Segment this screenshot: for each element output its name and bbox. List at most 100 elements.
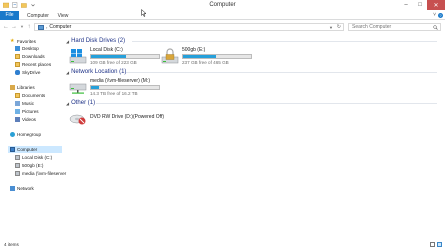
group-label: Hard Disk Drives (2) <box>71 38 126 44</box>
tab-file[interactable]: File <box>0 11 19 20</box>
nav-network[interactable]: Network <box>10 185 34 192</box>
nav-favorites[interactable]: ★ Favorites <box>10 38 36 45</box>
nav-libraries[interactable]: Libraries <box>10 84 35 91</box>
nav-item-label: Music <box>22 101 34 106</box>
drive-name: 500gb (E:) <box>182 47 206 53</box>
pictures-icon <box>15 109 20 114</box>
forward-button[interactable]: → <box>10 23 18 31</box>
details-view-icon[interactable] <box>430 242 435 247</box>
drive-usage-bar <box>90 85 160 90</box>
view-switcher <box>430 242 442 247</box>
nav-item-skydrive[interactable]: SkyDrive <box>15 69 40 76</box>
ribbon-tabs: File Computer View ˅ ? <box>0 11 445 20</box>
tab-view[interactable]: View <box>53 12 73 20</box>
address-dropdown-icon[interactable]: ▼ <box>329 25 333 30</box>
recent-places-icon <box>15 62 20 67</box>
drive-media-m[interactable]: media (\\vm-fileserver) (M:) 14.3 TB fre… <box>69 77 179 99</box>
star-icon: ★ <box>10 38 15 44</box>
nav-item-label: Desktop <box>22 46 39 51</box>
status-bar: 4 items <box>0 239 445 250</box>
help-icon[interactable]: ? <box>438 13 443 18</box>
back-button[interactable]: ← <box>2 23 10 31</box>
nav-item-desktop[interactable]: Desktop <box>15 45 39 52</box>
group-divider <box>126 72 437 73</box>
nav-item-label: Documents <box>22 93 46 98</box>
nav-homegroup[interactable]: Homegroup <box>10 131 41 138</box>
network-drive-icon <box>15 171 20 176</box>
nav-item-label: Videos <box>22 117 36 122</box>
nav-item-label: 500gb (E:) <box>22 163 44 168</box>
group-header-other[interactable]: ◢ Other (1) <box>66 99 95 107</box>
collapse-chevron-icon[interactable]: ◢ <box>66 39 69 44</box>
drive-free-space: 109 GB free of 223 GB <box>90 60 137 65</box>
search-input[interactable] <box>349 24 429 30</box>
nav-item-videos[interactable]: Videos <box>15 116 36 123</box>
collapse-chevron-icon[interactable]: ◢ <box>66 70 69 75</box>
libraries-icon <box>10 85 15 90</box>
homegroup-icon <box>10 132 15 137</box>
locked-drive-icon <box>161 48 179 64</box>
nav-item-media[interactable]: media (\\vm-fileserver <box>15 170 66 177</box>
nav-item-label: SkyDrive <box>22 70 41 75</box>
navigation-pane: ★ Favorites Desktop Downloads Recent pla… <box>0 34 66 239</box>
collapse-chevron-icon[interactable]: ◢ <box>66 101 69 106</box>
refresh-icon[interactable]: ↻ <box>337 24 341 30</box>
skydrive-icon <box>15 70 20 75</box>
nav-item-500gb[interactable]: 500gb (E:) <box>15 162 43 169</box>
nav-favorites-label: Favorites <box>17 39 36 44</box>
window-title: Computer <box>209 2 236 8</box>
tiles-view-icon[interactable] <box>437 242 442 247</box>
network-icon <box>10 186 15 191</box>
drive-name: DVD RW Drive (D:)(Powered Off) <box>90 114 164 120</box>
nav-item-label: Pictures <box>22 109 39 114</box>
drive-usage-fill <box>91 55 126 58</box>
drive-500gb-e[interactable]: 500gb (E:) 237 GB free of 465 GB <box>161 46 261 68</box>
expand-ribbon-button[interactable]: ˅ <box>433 12 436 18</box>
nav-item-downloads[interactable]: Downloads <box>15 53 45 60</box>
music-icon <box>15 101 20 106</box>
nav-item-music[interactable]: Music <box>15 100 34 107</box>
nav-network-label: Network <box>17 186 34 191</box>
nav-computer-label: Computer <box>17 147 38 152</box>
close-button[interactable]: ✕ <box>427 0 445 10</box>
item-count: 4 items <box>4 242 19 247</box>
nav-item-label: media (\\vm-fileserver <box>22 171 67 176</box>
address-row: ← → ▼ ↑ › Computer ▼ ↻ <box>0 21 445 33</box>
maximize-button[interactable]: □ <box>413 0 427 10</box>
computer-icon <box>10 147 15 152</box>
tab-computer[interactable]: Computer <box>23 12 53 20</box>
nav-item-documents[interactable]: Documents <box>15 92 45 99</box>
address-bar[interactable]: › Computer ▼ ↻ <box>34 23 344 31</box>
breadcrumb-separator: › <box>46 24 48 30</box>
minimize-button[interactable]: – <box>399 0 413 10</box>
content-pane: ◢ Hard Disk Drives (2) Local Disk (C:) 1… <box>66 34 445 239</box>
nav-item-label: Downloads <box>22 54 45 59</box>
nav-homegroup-label: Homegroup <box>17 132 42 137</box>
search-icon[interactable] <box>433 25 438 30</box>
drive-free-space: 237 GB free of 465 GB <box>182 60 229 65</box>
drive-usage-fill <box>183 55 217 58</box>
nav-item-local-disk[interactable]: Local Disk (C:) <box>15 154 52 161</box>
drive-usage-fill <box>91 86 100 89</box>
window-controls: – □ ✕ <box>399 0 445 10</box>
search-box[interactable] <box>348 23 441 31</box>
nav-item-label: Local Disk (C:) <box>22 155 53 160</box>
group-header-hard-disk-drives[interactable]: ◢ Hard Disk Drives (2) <box>66 37 125 45</box>
group-header-network-location[interactable]: ◢ Network Location (1) <box>66 68 126 76</box>
up-button[interactable]: ↑ <box>25 23 33 31</box>
computer-icon <box>38 24 44 30</box>
drive-free-space: 14.3 TB free of 16.2 TB <box>90 91 138 96</box>
breadcrumb-computer[interactable]: Computer <box>49 24 71 30</box>
network-drive-icon <box>69 83 87 94</box>
drive-name: Local Disk (C:) <box>90 47 123 53</box>
documents-icon <box>15 93 20 98</box>
group-divider <box>96 103 437 104</box>
drive-dvd-rw-d[interactable]: DVD RW Drive (D:)(Powered Off) <box>69 108 179 130</box>
nav-item-recent-places[interactable]: Recent places <box>15 61 51 68</box>
drive-local-disk-c[interactable]: Local Disk (C:) 109 GB free of 223 GB <box>69 46 169 68</box>
nav-libraries-label: Libraries <box>17 85 35 90</box>
nav-computer[interactable]: Computer <box>8 146 62 153</box>
nav-item-pictures[interactable]: Pictures <box>15 108 39 115</box>
videos-icon <box>15 117 20 122</box>
group-label: Network Location (1) <box>71 69 127 75</box>
